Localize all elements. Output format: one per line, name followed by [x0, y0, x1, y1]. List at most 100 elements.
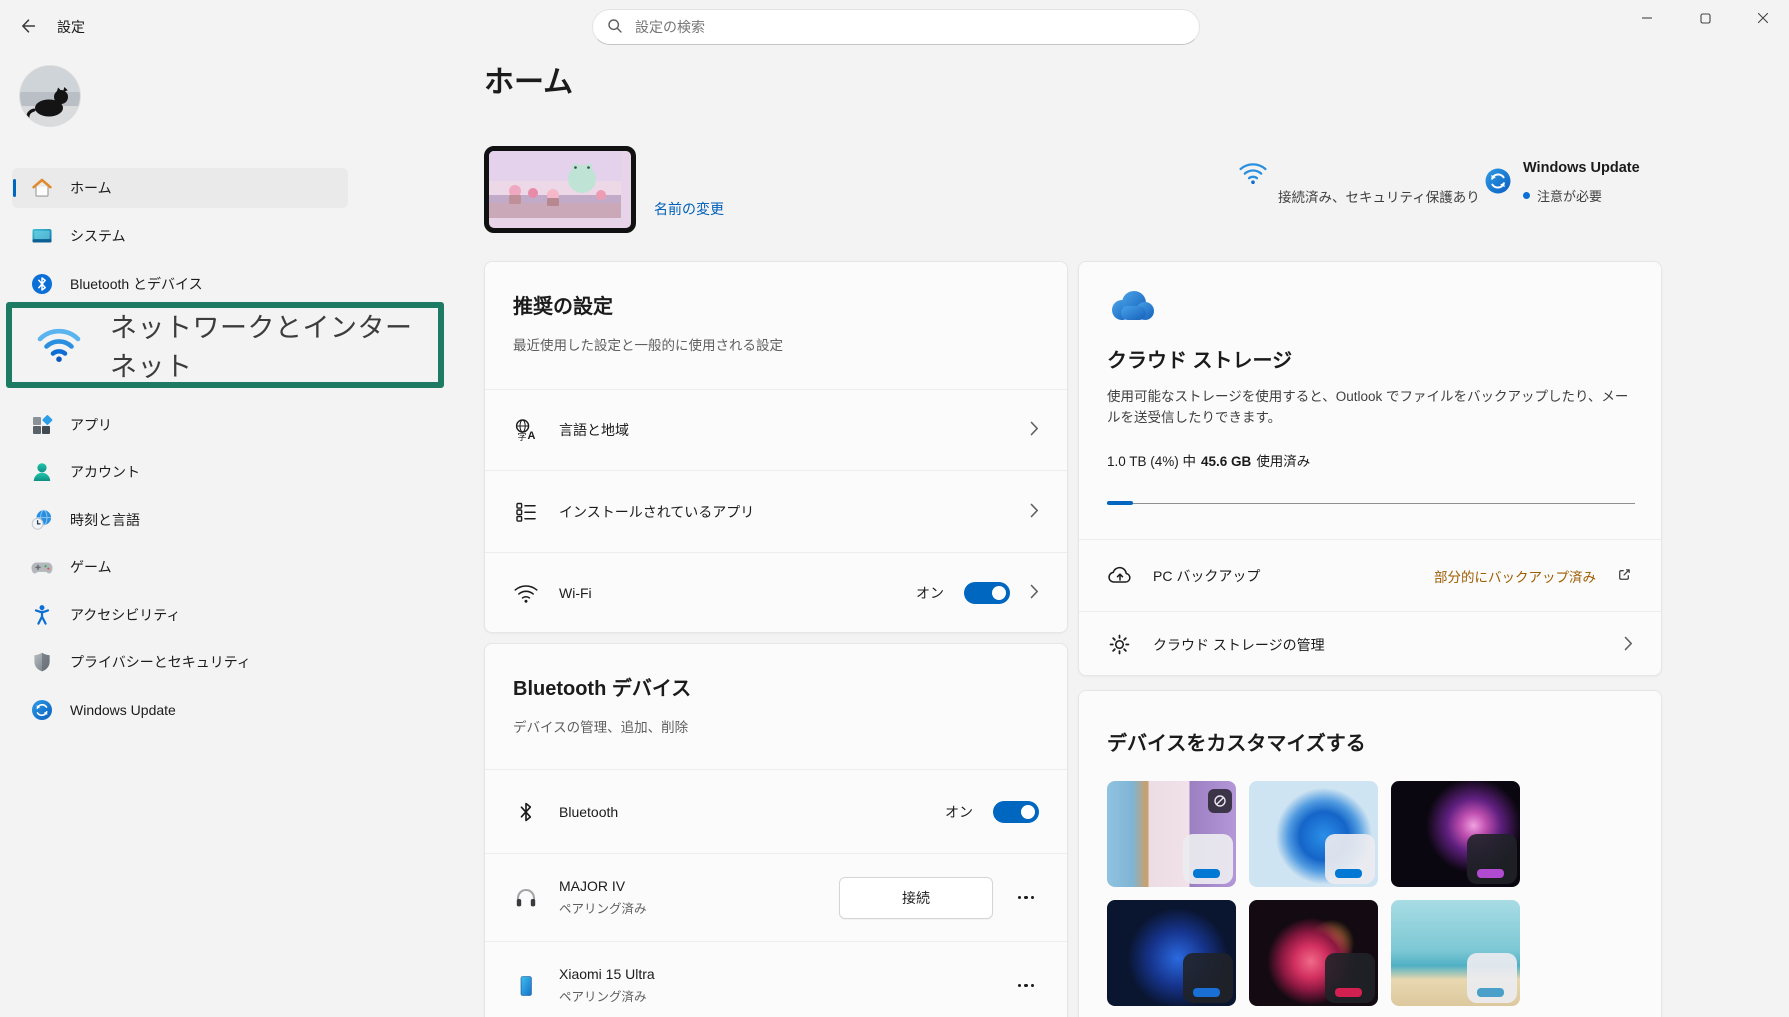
- sidebar-item-accessibility[interactable]: アクセシビリティ: [12, 595, 348, 635]
- sidebar-item-label: ホーム: [70, 178, 112, 198]
- sidebar-item-label: 時刻と言語: [70, 510, 140, 530]
- taskbar-preview: [1183, 953, 1233, 1003]
- sidebar-item-apps[interactable]: アプリ: [12, 405, 348, 445]
- sidebar-item-home[interactable]: ホーム: [12, 168, 348, 208]
- settings-search[interactable]: [592, 9, 1200, 45]
- cloud-description: 使用可能なストレージを使用すると、Outlook でファイルをバックアップしたり…: [1107, 386, 1632, 428]
- minimize-icon: [1641, 12, 1653, 24]
- sidebar-item-system[interactable]: システム: [12, 216, 348, 256]
- sidebar-item-gaming[interactable]: ゲーム: [12, 547, 348, 587]
- wifi-icon: [36, 325, 82, 366]
- sidebar-item-time-language[interactable]: 時刻と言語: [12, 500, 348, 540]
- user-avatar[interactable]: [20, 66, 80, 126]
- row-label: Wi-Fi: [559, 585, 896, 601]
- windows-update-icon: [30, 698, 54, 722]
- wifi-toggle[interactable]: [964, 582, 1010, 604]
- close-button[interactable]: [1740, 0, 1786, 36]
- card-title: Bluetooth デバイス: [513, 672, 691, 701]
- recommended-settings-card: 推奨の設定 最近使用した設定と一般的に使用される設定 A字 言語と地域 インスト…: [484, 261, 1068, 633]
- device-status: ペアリング済み: [559, 986, 993, 1005]
- close-icon: [1757, 12, 1769, 24]
- cat-photo: [20, 66, 80, 126]
- card-title: クラウド ストレージ: [1107, 344, 1292, 373]
- row-device-major-iv[interactable]: MAJOR IV ペアリング済み 接続: [485, 853, 1067, 941]
- row-language-region[interactable]: A字 言語と地域: [485, 389, 1067, 470]
- sidebar-item-label: アプリ: [70, 415, 112, 435]
- row-label: クラウド ストレージの管理: [1153, 635, 1604, 655]
- device-status: ペアリング済み: [559, 898, 819, 917]
- maximize-button[interactable]: [1682, 0, 1728, 36]
- installed-apps-icon: [513, 499, 539, 525]
- theme-thumbnail-spotlight[interactable]: [1107, 781, 1236, 887]
- more-options-button[interactable]: [1013, 973, 1039, 999]
- windows-update-status-note: 注意が必要: [1523, 186, 1602, 205]
- search-icon: [607, 18, 623, 37]
- bluetooth-toggle[interactable]: [993, 801, 1039, 823]
- sidebar-item-label: システム: [70, 226, 126, 246]
- storage-usage: 1.0 TB (4%) 中45.6 GB使用済み: [1107, 450, 1310, 470]
- row-wifi[interactable]: Wi-Fi オン: [485, 552, 1067, 633]
- windows-update-status-icon: [1483, 166, 1513, 199]
- sidebar-item-label: ゲーム: [70, 557, 112, 577]
- home-icon: [30, 176, 54, 200]
- theme-thumbnail-dark-bloom[interactable]: [1107, 900, 1236, 1006]
- sidebar-item-privacy[interactable]: プライバシーとセキュリティ: [12, 642, 348, 682]
- accessibility-icon: [30, 603, 54, 627]
- phone-icon: [513, 973, 539, 999]
- apps-icon: [30, 413, 54, 437]
- row-device-xiaomi[interactable]: Xiaomi 15 Ultra ペアリング済み: [485, 941, 1067, 1017]
- more-options-button[interactable]: [1013, 885, 1039, 911]
- chevron-right-icon: [1030, 503, 1039, 521]
- minimize-button[interactable]: [1624, 0, 1670, 36]
- taskbar-preview: [1183, 834, 1233, 884]
- page-title: ホーム: [484, 57, 573, 101]
- sidebar-item-windows-update[interactable]: Windows Update: [12, 690, 348, 730]
- sidebar-item-bluetooth[interactable]: Bluetooth とデバイス: [12, 264, 348, 304]
- svg-text:A: A: [528, 430, 536, 442]
- row-label: PC バックアップ: [1153, 566, 1414, 586]
- card-subtitle: 最近使用した設定と一般的に使用される設定: [513, 334, 783, 354]
- theme-thumbnail-light-bloom[interactable]: [1249, 781, 1378, 887]
- external-link-icon: [1616, 566, 1633, 586]
- connect-button[interactable]: 接続: [839, 877, 993, 919]
- sidebar-item-label: アクセシビリティ: [70, 605, 180, 625]
- bluetooth-toggle-label: オン: [945, 802, 973, 822]
- theme-thumbnail-flower[interactable]: [1249, 900, 1378, 1006]
- row-bluetooth-toggle[interactable]: Bluetooth オン: [485, 769, 1067, 853]
- device-name: MAJOR IV: [559, 878, 819, 894]
- taskbar-preview: [1467, 834, 1517, 884]
- theme-thumbnail-eclipse[interactable]: [1391, 781, 1520, 887]
- sidebar-item-label: ネットワークとインターネット: [110, 306, 438, 384]
- theme-thumbnail-beach[interactable]: [1391, 900, 1520, 1006]
- row-installed-apps[interactable]: インストールされているアプリ: [485, 470, 1067, 552]
- row-label: Bluetooth: [559, 804, 925, 820]
- search-input[interactable]: [633, 18, 1185, 36]
- progress-track: [1107, 503, 1635, 504]
- sidebar-item-label: Windows Update: [70, 702, 176, 718]
- rename-device-link[interactable]: 名前の変更: [654, 199, 724, 219]
- bluetooth-row-icon: [513, 799, 539, 825]
- backup-status-text: 部分的にバックアップ済み: [1434, 566, 1596, 586]
- row-pc-backup[interactable]: PC バックアップ 部分的にバックアップ済み: [1079, 539, 1661, 611]
- spotlight-icon: [1208, 789, 1232, 813]
- device-thumbnail: [484, 146, 636, 233]
- sidebar-item-label: プライバシーとセキュリティ: [70, 652, 251, 672]
- storage-progress-bar: [1107, 500, 1635, 506]
- sidebar-item-network-highlighted[interactable]: ネットワークとインターネット: [6, 302, 444, 388]
- maximize-icon: [1700, 13, 1711, 24]
- sidebar-item-accounts[interactable]: アカウント: [12, 452, 348, 492]
- cloud-storage-card: クラウド ストレージ 使用可能なストレージを使用すると、Outlook でファイ…: [1078, 261, 1662, 676]
- gear-icon: [1107, 632, 1133, 658]
- windows-update-status-title: Windows Update: [1523, 160, 1640, 176]
- wifi-row-icon: [513, 580, 539, 606]
- taskbar-preview: [1325, 953, 1375, 1003]
- cloud-backup-icon: [1107, 563, 1133, 589]
- row-label: インストールされているアプリ: [559, 502, 1010, 522]
- system-icon: [30, 224, 54, 248]
- back-button[interactable]: [14, 13, 42, 41]
- card-title: デバイスをカスタマイズする: [1107, 727, 1366, 756]
- row-manage-cloud-storage[interactable]: クラウド ストレージの管理: [1079, 611, 1661, 676]
- svg-text:字: 字: [518, 431, 527, 443]
- device-name: Xiaomi 15 Ultra: [559, 966, 993, 982]
- bluetooth-icon: [30, 272, 54, 296]
